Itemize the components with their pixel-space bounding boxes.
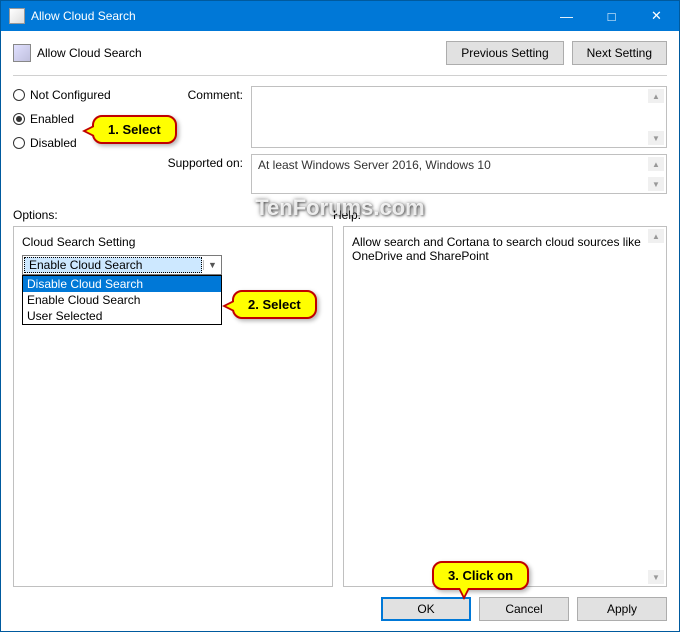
chevron-down-icon: ▼ bbox=[203, 260, 221, 270]
previous-setting-button[interactable]: Previous Setting bbox=[446, 41, 563, 65]
radio-icon bbox=[13, 137, 25, 149]
dialog-window: Allow Cloud Search — □ ✕ Allow Cloud Sea… bbox=[0, 0, 680, 632]
comment-row: Comment: ▲ ▼ bbox=[163, 86, 667, 148]
dropdown-item-disable[interactable]: Disable Cloud Search bbox=[23, 276, 221, 292]
annotation-callout-2: 2. Select bbox=[232, 290, 317, 319]
minimize-button[interactable]: — bbox=[544, 1, 589, 31]
dialog-buttons: OK Cancel Apply bbox=[13, 587, 667, 621]
supported-text: At least Windows Server 2016, Windows 10 bbox=[258, 158, 491, 172]
scroll-up-icon[interactable]: ▲ bbox=[648, 229, 664, 243]
app-icon bbox=[9, 8, 25, 24]
annotation-callout-1: 1. Select bbox=[92, 115, 177, 144]
dropdown-item-user-selected[interactable]: User Selected bbox=[23, 308, 221, 324]
apply-button[interactable]: Apply bbox=[577, 597, 667, 621]
scrollbar[interactable]: ▲ ▼ bbox=[648, 157, 664, 191]
radio-label: Enabled bbox=[30, 112, 74, 126]
scrollbar[interactable]: ▲ ▼ bbox=[648, 89, 664, 145]
supported-label: Supported on: bbox=[163, 154, 243, 194]
window-title: Allow Cloud Search bbox=[31, 9, 544, 23]
radio-not-configured[interactable]: Not Configured bbox=[13, 88, 163, 102]
dropdown-list: Disable Cloud Search Enable Cloud Search… bbox=[22, 275, 222, 325]
dropdown-item-enable[interactable]: Enable Cloud Search bbox=[23, 292, 221, 308]
close-button[interactable]: ✕ bbox=[634, 1, 679, 31]
radio-label: Not Configured bbox=[30, 88, 111, 102]
help-text: Allow search and Cortana to search cloud… bbox=[352, 235, 646, 263]
comment-textarea[interactable]: ▲ ▼ bbox=[251, 86, 667, 148]
maximize-button[interactable]: □ bbox=[589, 1, 634, 31]
titlebar: Allow Cloud Search — □ ✕ bbox=[1, 1, 679, 31]
panes-labels: Options: Help: bbox=[13, 208, 667, 222]
dropdown-selected-text: Enable Cloud Search bbox=[24, 257, 202, 273]
policy-title: Allow Cloud Search bbox=[37, 46, 446, 60]
help-label: Help: bbox=[333, 208, 361, 222]
options-label: Options: bbox=[13, 208, 333, 222]
radio-icon bbox=[13, 89, 25, 101]
scroll-up-icon[interactable]: ▲ bbox=[648, 157, 664, 171]
cloud-search-setting-label: Cloud Search Setting bbox=[22, 235, 324, 249]
nav-buttons: Previous Setting Next Setting bbox=[446, 41, 667, 65]
radio-icon bbox=[13, 113, 25, 125]
scroll-down-icon[interactable]: ▼ bbox=[648, 570, 664, 584]
scroll-down-icon[interactable]: ▼ bbox=[648, 131, 664, 145]
ok-button[interactable]: OK bbox=[381, 597, 471, 621]
scroll-down-icon[interactable]: ▼ bbox=[648, 177, 664, 191]
cloud-search-dropdown[interactable]: Enable Cloud Search ▼ Disable Cloud Sear… bbox=[22, 255, 222, 275]
supported-row: Supported on: At least Windows Server 20… bbox=[163, 154, 667, 194]
scrollbar[interactable]: ▲ ▼ bbox=[648, 229, 664, 584]
policy-icon bbox=[13, 44, 31, 62]
cancel-button[interactable]: Cancel bbox=[479, 597, 569, 621]
header-row: Allow Cloud Search Previous Setting Next… bbox=[13, 41, 667, 65]
scroll-up-icon[interactable]: ▲ bbox=[648, 89, 664, 103]
radio-label: Disabled bbox=[30, 136, 77, 150]
config-right: Comment: ▲ ▼ Supported on: bbox=[163, 86, 667, 194]
supported-textarea: At least Windows Server 2016, Windows 10… bbox=[251, 154, 667, 194]
next-setting-button[interactable]: Next Setting bbox=[572, 41, 667, 65]
titlebar-buttons: — □ ✕ bbox=[544, 1, 679, 31]
options-pane: Cloud Search Setting Enable Cloud Search… bbox=[13, 226, 333, 587]
divider bbox=[13, 75, 667, 76]
help-pane: Allow search and Cortana to search cloud… bbox=[343, 226, 667, 587]
panes: Cloud Search Setting Enable Cloud Search… bbox=[13, 226, 667, 587]
annotation-callout-3: 3. Click on bbox=[432, 561, 529, 590]
